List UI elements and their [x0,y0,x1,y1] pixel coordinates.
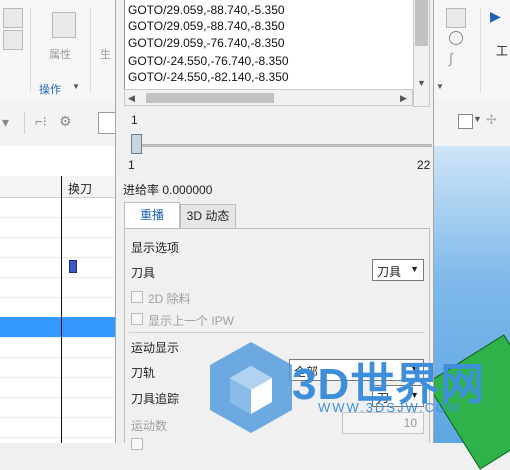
cut-2d-checkbox[interactable] [131,291,143,303]
tool-path-listbox[interactable]: GOTO/29.059,-88.740,-5.350 GOTO/29.059,-… [124,0,418,90]
chevron-down-icon[interactable]: ▼ [436,82,444,91]
snap-icon[interactable] [458,114,473,129]
list-item[interactable]: GOTO/29.059,-76.740,-8.350 [128,36,285,50]
ribbon-tool-icon[interactable] [3,8,23,28]
table-row[interactable] [0,197,115,218]
table-row[interactable] [0,337,115,358]
tool-change-icon [69,260,77,273]
motion-display-title[interactable]: 运动显示 [131,339,179,356]
chevron-down-icon[interactable]: ▼ [72,82,80,91]
scroll-left-icon[interactable]: ◀ [128,93,135,104]
motion-count-label: 运动数 [131,419,168,433]
table-row[interactable] [0,277,115,298]
ribbon-left: 属性 生 操作 ▼ [0,0,115,101]
play-flag-icon[interactable]: ▶ [490,8,501,25]
move-icon[interactable]: ✢ [486,112,497,128]
watermark-url: WWW.3DSJW.COM [318,400,461,415]
view-icon[interactable] [446,8,466,28]
list-item[interactable]: GOTO/-24.550,-76.740,-8.350 [128,54,289,68]
tool-display-label: 刀具 [131,266,156,280]
ribbon-right: ∫ ▼ ▶ 工 [432,0,510,101]
watermark-cube-icon [210,342,292,433]
toolbar-separator [24,112,25,134]
curve-icon[interactable]: ∫ [449,50,453,66]
list-item[interactable]: GOTO/29.059,-88.740,-8.350 [128,19,285,33]
table-row[interactable] [0,377,115,398]
operation-navigator-grid: 换刀 [0,176,115,443]
cut-2d-label: 2D 除料 [148,292,191,306]
tab-3d-dynamic[interactable]: 3D 动态 [180,204,236,229]
slider-current-value: 1 [131,113,138,127]
slider-max-label: 22 [417,158,431,172]
tool-trace-label: 刀具追踪 [131,392,180,406]
show-prev-ipw-checkbox[interactable] [131,313,143,325]
show-prev-ipw-label: 显示上一个 IPW [148,314,234,328]
table-row[interactable] [0,237,115,258]
next-option-checkbox[interactable] [131,438,143,450]
toolbar-field[interactable] [98,112,116,134]
attributes-icon[interactable] [52,12,76,38]
slider-min-label: 1 [128,158,135,172]
tool-display-value: 刀具 [377,265,402,279]
table-row[interactable] [0,297,115,318]
chevron-down-icon: ▼ [410,264,419,274]
section-divider [129,332,425,333]
table-row[interactable] [0,357,115,378]
ribbon-separator [480,8,481,92]
tool-path-icon[interactable]: ⌐⁝ [35,114,47,130]
ribbon-tool-icon-2[interactable] [3,30,23,50]
table-row[interactable] [0,417,115,438]
ribbon-separator [30,8,31,92]
operations-group-label[interactable]: 操作 [39,81,61,97]
list-item[interactable]: GOTO/-24.550,-82.140,-8.350 [128,70,289,84]
table-row[interactable] [0,397,115,418]
work-label[interactable]: 工 [496,42,508,59]
ribbon-separator-2 [90,8,91,92]
list-item[interactable]: GOTO/29.059,-88.740,-5.350 [128,3,285,17]
generate-label[interactable]: 生 [100,46,111,62]
tab-replay[interactable]: 重播 [124,202,180,229]
navigator-header [0,146,115,177]
feed-rate-readout: 进给率 0.000000 [123,183,213,197]
scroll-right-icon[interactable]: ▶ [400,93,407,104]
chevron-down-icon[interactable]: ▼ [473,114,482,124]
horizontal-scroll-thumb[interactable] [146,93,274,103]
vertical-scroll-thumb[interactable] [415,0,428,46]
left-toolbar: ▾ ⌐⁝ ⚙ [0,100,116,147]
toolbar-dropdown-icon[interactable]: ▾ [2,114,9,131]
table-row[interactable] [0,217,115,238]
step-slider-track[interactable] [131,144,432,147]
path-display-label: 刀轨 [131,366,156,380]
tool-display-select[interactable]: 刀具 ▼ [372,259,424,281]
tool-change-column-header[interactable]: 换刀 [68,180,92,197]
column-divider [61,176,62,443]
table-row-selected[interactable] [0,317,115,338]
circle-icon[interactable] [449,31,463,45]
display-options-title[interactable]: 显示选项 [131,239,179,256]
right-toolbar: ▼ ✢ [432,100,510,146]
attributes-label[interactable]: 属性 [49,46,71,62]
scroll-down-icon[interactable]: ▼ [417,78,426,88]
machine-icon[interactable]: ⚙ [59,113,72,130]
step-slider-thumb[interactable] [131,134,142,154]
grid-header: 换刀 [0,176,115,198]
table-row[interactable] [0,257,115,278]
